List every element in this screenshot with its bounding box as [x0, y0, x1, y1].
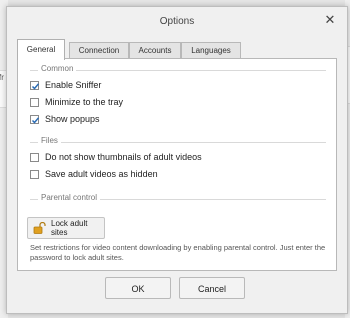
- minimize-tray-option[interactable]: Minimize to the tray: [30, 96, 123, 108]
- background-fragment-text: fr: [0, 73, 4, 82]
- no-thumbnails-label: Do not show thumbnails of adult videos: [45, 152, 202, 162]
- checkmark-icon: [31, 82, 40, 90]
- minimize-tray-checkbox[interactable]: [30, 97, 39, 107]
- save-hidden-checkbox[interactable]: [30, 169, 39, 179]
- parental-help-text: Set restrictions for video content downl…: [30, 243, 326, 262]
- ok-button[interactable]: OK: [105, 277, 171, 299]
- enable-sniffer-label: Enable Sniffer: [45, 80, 102, 90]
- tab-connection[interactable]: Connection: [69, 42, 129, 59]
- lock-adult-sites-button[interactable]: Lock adult sites: [27, 217, 105, 239]
- tab-general[interactable]: General: [17, 39, 65, 60]
- no-thumbnails-checkbox[interactable]: [30, 152, 39, 162]
- group-label-parental: Parental control: [38, 193, 101, 202]
- save-hidden-option[interactable]: Save adult videos as hidden: [30, 168, 158, 180]
- title-bar: Options ✕: [7, 7, 347, 35]
- general-panel: Common Enable Sniffer Minimize to the tr…: [17, 58, 337, 271]
- tab-languages[interactable]: Languages: [181, 42, 241, 59]
- enable-sniffer-checkbox[interactable]: [30, 80, 40, 90]
- minimize-tray-label: Minimize to the tray: [45, 97, 124, 107]
- show-popups-checkbox[interactable]: [30, 114, 40, 124]
- options-dialog: Options ✕ General Connection Accounts La…: [6, 6, 348, 314]
- save-hidden-label: Save adult videos as hidden: [45, 169, 158, 179]
- close-icon[interactable]: ✕: [323, 13, 337, 27]
- show-popups-label: Show popups: [45, 114, 100, 124]
- cancel-button[interactable]: Cancel: [179, 277, 245, 299]
- group-label-files: Files: [38, 136, 61, 145]
- lock-adult-sites-label: Lock adult sites: [51, 219, 88, 237]
- group-divider: [30, 142, 326, 143]
- checkmark-icon: [31, 116, 40, 124]
- dialog-title: Options: [159, 16, 195, 27]
- tab-accounts[interactable]: Accounts: [129, 42, 181, 59]
- enable-sniffer-option[interactable]: Enable Sniffer: [30, 79, 101, 91]
- show-popups-option[interactable]: Show popups: [30, 113, 100, 125]
- group-label-common: Common: [38, 64, 77, 73]
- padlock-icon: [33, 221, 47, 234]
- no-thumbnails-option[interactable]: Do not show thumbnails of adult videos: [30, 151, 202, 163]
